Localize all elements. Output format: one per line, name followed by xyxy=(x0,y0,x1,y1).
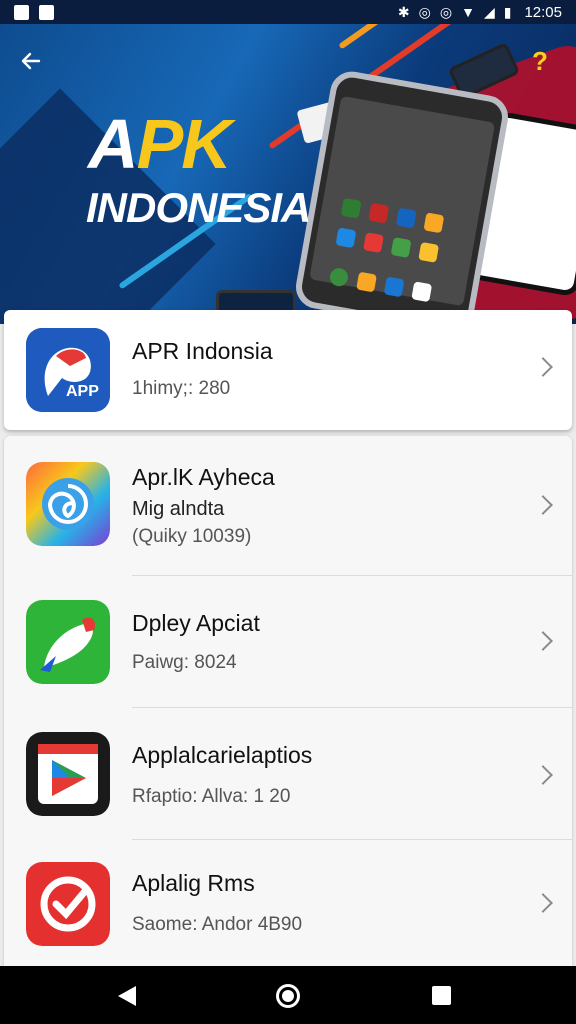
featured-app-title: APR Indonsia xyxy=(132,338,273,364)
app-subtitle: Mig alndta xyxy=(132,498,225,520)
app-title: Dpley Apciat xyxy=(132,610,260,636)
message-icon xyxy=(39,4,54,20)
bluetooth-icon: ✱ xyxy=(397,4,410,20)
hero-banner: ? APK INDONESIA xyxy=(0,24,576,324)
app-meta: Paiwg: 8024 xyxy=(132,652,237,673)
chevron-right-icon xyxy=(533,357,553,377)
status-time: 12:05 xyxy=(524,3,562,21)
app-icon-play xyxy=(26,732,110,816)
app-title: Applalcarielaptios xyxy=(132,742,313,768)
help-icon[interactable]: ? xyxy=(532,46,548,77)
app-icon-spiral xyxy=(26,462,110,546)
nav-recents-icon[interactable] xyxy=(432,986,451,1005)
app-icon-apr: APP xyxy=(26,328,110,412)
signal-icon: ◢ xyxy=(483,4,495,20)
app-icon-check xyxy=(26,862,110,946)
hero-title: APK xyxy=(88,104,232,184)
hero-title-part2: PK xyxy=(136,105,232,183)
app-title: Aplalig Rms xyxy=(132,870,255,896)
wifi-icon: ▼ xyxy=(461,4,475,20)
battery-icon: ▮ xyxy=(503,4,512,20)
alarm-icon: ◎ xyxy=(418,4,431,20)
app-icon-bird xyxy=(26,600,110,684)
app-icon-label: APP xyxy=(66,383,99,400)
back-arrow-icon[interactable] xyxy=(16,46,46,76)
chevron-right-icon xyxy=(533,631,553,651)
list-item[interactable]: Aplalig Rms Saome: Andor 4B90 xyxy=(4,840,572,966)
app-title: Apr.lK Ayheca xyxy=(132,464,275,490)
status-bar: ✱ ◎ ◎ ▼ ◢ ▮ 12:05 xyxy=(0,0,576,24)
list-item[interactable]: Dpley Apciat Paiwg: 8024 xyxy=(4,576,572,708)
hero-title-part1: A xyxy=(88,105,139,183)
list-item[interactable]: Applalcarielaptios Rfaptio: Allva: 1 20 xyxy=(4,708,572,840)
chevron-right-icon xyxy=(533,765,553,785)
app-meta: Saome: Andor 4B90 xyxy=(132,914,303,935)
nav-back-icon[interactable] xyxy=(118,986,136,1006)
alarm-icon: ◎ xyxy=(439,4,453,20)
app-list: Apr.lK Ayheca Mig alndta (Quiky 10039) D… xyxy=(4,436,572,966)
navigation-bar xyxy=(0,966,576,1024)
nav-home-icon[interactable] xyxy=(276,984,300,1008)
featured-app-card[interactable]: APP APR Indonsia 1himy;: 280 xyxy=(4,310,572,430)
featured-app-subtitle: 1himy;: 280 xyxy=(132,378,231,399)
chevron-right-icon xyxy=(533,495,553,515)
list-item[interactable]: Apr.lK Ayheca Mig alndta (Quiky 10039) xyxy=(4,436,572,576)
app-meta: (Quiky 10039) xyxy=(132,526,252,547)
app-meta: Rfaptio: Allva: 1 20 xyxy=(132,786,291,807)
chevron-right-icon xyxy=(533,893,553,913)
image-icon xyxy=(14,4,29,20)
hero-subtitle: INDONESIA xyxy=(86,184,311,231)
